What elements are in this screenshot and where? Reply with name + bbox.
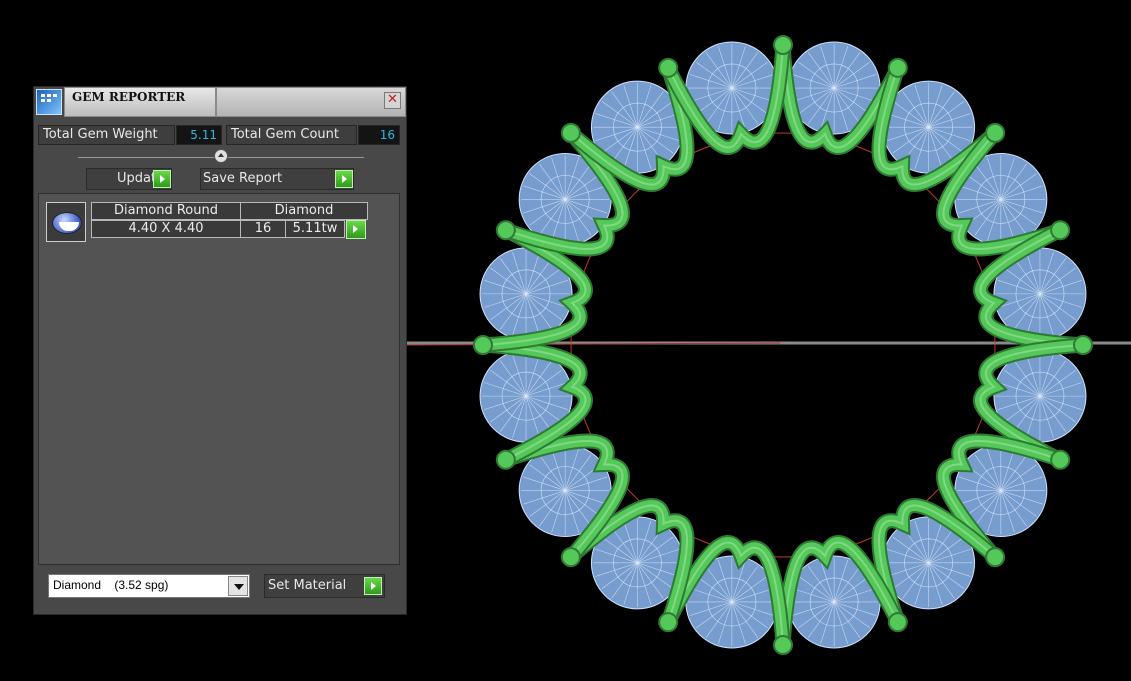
prong-tip [658,57,679,78]
prong-tip [985,547,1006,568]
slider-knob-icon[interactable] [214,149,228,163]
gem-size: 4.40 X 4.40 [91,220,241,238]
prong-tip [773,635,793,655]
prong-tip [560,122,581,143]
play-arrow-icon [153,170,171,188]
total-weight-value: 5.11 [176,125,222,145]
save-report-label: Save Report [203,171,283,186]
save-report-button[interactable]: Save Report [200,168,354,190]
title-bar[interactable]: GEM REPORTER ✕ [34,87,406,117]
set-material-button[interactable]: Set Material [264,574,385,598]
prong-tip [1073,335,1093,355]
panel-title: GEM REPORTER [72,90,186,104]
prong-tip [495,220,516,241]
title-tab: GEM REPORTER [64,87,216,117]
prong-tip [887,612,908,633]
prong-tip [495,449,516,470]
total-weight-label: Total Gem Weight [38,125,175,145]
gem-reporter-panel: GEM REPORTER ✕ Total Gem Weight 5.11 Tot… [33,86,407,615]
prong-tip [887,57,908,78]
prong-tip [985,122,1006,143]
gem-name: Diamond Round [91,202,241,220]
prong-setting [473,35,1093,655]
chevron-down-icon[interactable] [228,576,248,596]
close-icon[interactable]: ✕ [384,92,401,109]
play-arrow-icon [364,577,382,595]
total-count-label: Total Gem Count [226,125,357,145]
set-material-label: Set Material [268,578,347,593]
gem-count: 16 [240,220,286,238]
prong-tip [560,547,581,568]
gem-list: Diamond Round Diamond 4.40 X 4.40 16 5.1… [38,193,400,565]
total-count-value: 16 [358,125,400,145]
prong-tip [658,612,679,633]
material-select[interactable]: Diamond (3.52 spg) [48,574,250,598]
prong-tip [1050,220,1071,241]
gem-weight: 5.11tw [285,220,345,238]
prong-tip [1050,449,1071,470]
title-bar-fill [216,87,406,117]
gem-reporter-icon [36,89,62,115]
prong-tip [773,35,793,55]
gem-thumbnail[interactable] [46,202,86,242]
update-button[interactable]: Update [86,168,172,190]
play-arrow-icon [335,170,353,188]
prong-tip [473,335,493,355]
gem-material: Diamond [240,202,368,220]
gem-row-arrow-icon[interactable] [346,220,366,239]
material-select-value: Diamond (3.52 spg) [53,578,169,592]
ring-inner-edge [570,132,996,558]
